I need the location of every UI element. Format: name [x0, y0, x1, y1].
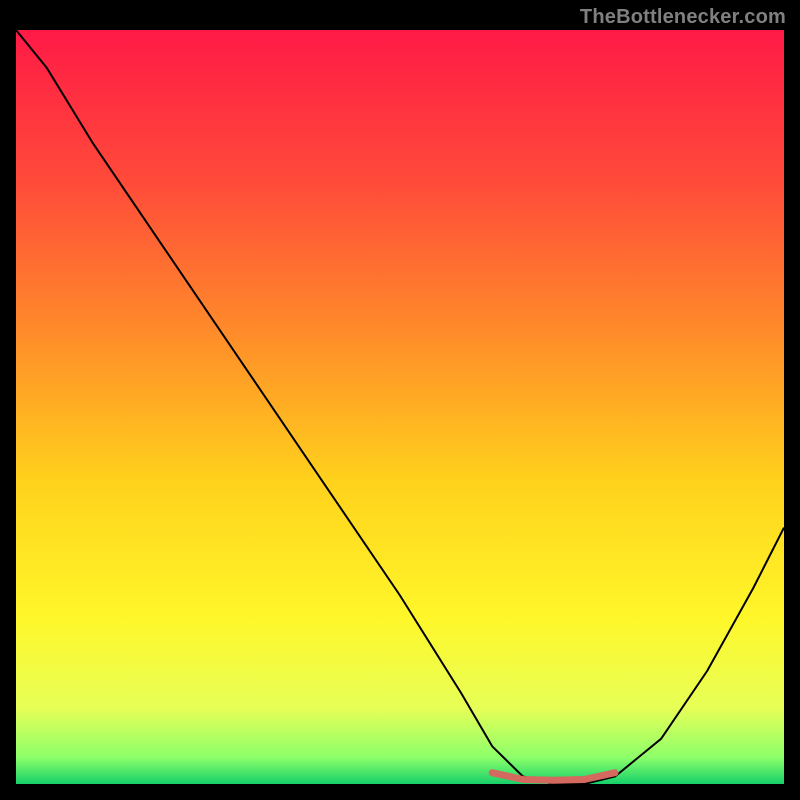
heat-gradient-background — [16, 30, 784, 784]
bottleneck-chart — [16, 30, 784, 784]
watermark-text: TheBottlenecker.com — [580, 6, 786, 29]
chart-plot-area — [16, 30, 784, 784]
